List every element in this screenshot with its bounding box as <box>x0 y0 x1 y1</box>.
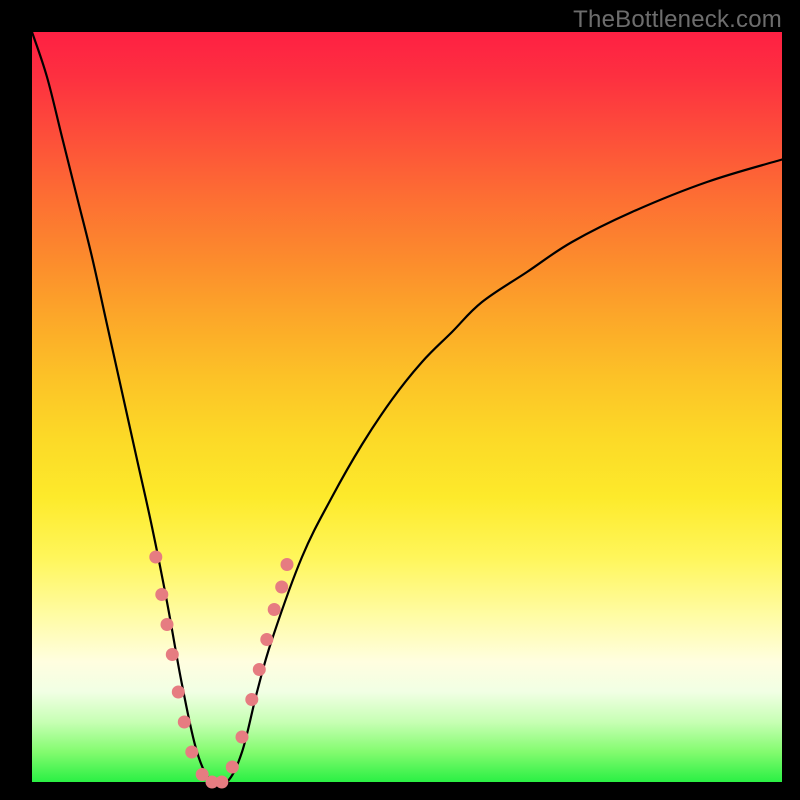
watermark-text: TheBottleneck.com <box>573 6 782 34</box>
highlight-dot <box>166 648 179 661</box>
highlight-dot <box>161 618 174 631</box>
highlight-dot <box>215 776 228 789</box>
highlight-dot <box>226 761 239 774</box>
highlight-dots-group <box>149 551 293 789</box>
highlight-dot <box>236 731 249 744</box>
highlight-dot <box>149 551 162 564</box>
plot-area <box>32 32 782 782</box>
highlight-dot <box>178 716 191 729</box>
highlight-dot <box>185 746 198 759</box>
highlight-dot <box>275 581 288 594</box>
highlight-dot <box>281 558 294 571</box>
highlight-dot <box>268 603 281 616</box>
highlight-dot <box>155 588 168 601</box>
highlight-dot <box>260 633 273 646</box>
highlight-dot <box>172 686 185 699</box>
highlight-dot <box>253 663 266 676</box>
bottleneck-curve <box>32 32 782 786</box>
curve-layer <box>32 32 782 782</box>
chart-stage: TheBottleneck.com <box>0 0 800 800</box>
highlight-dot <box>245 693 258 706</box>
